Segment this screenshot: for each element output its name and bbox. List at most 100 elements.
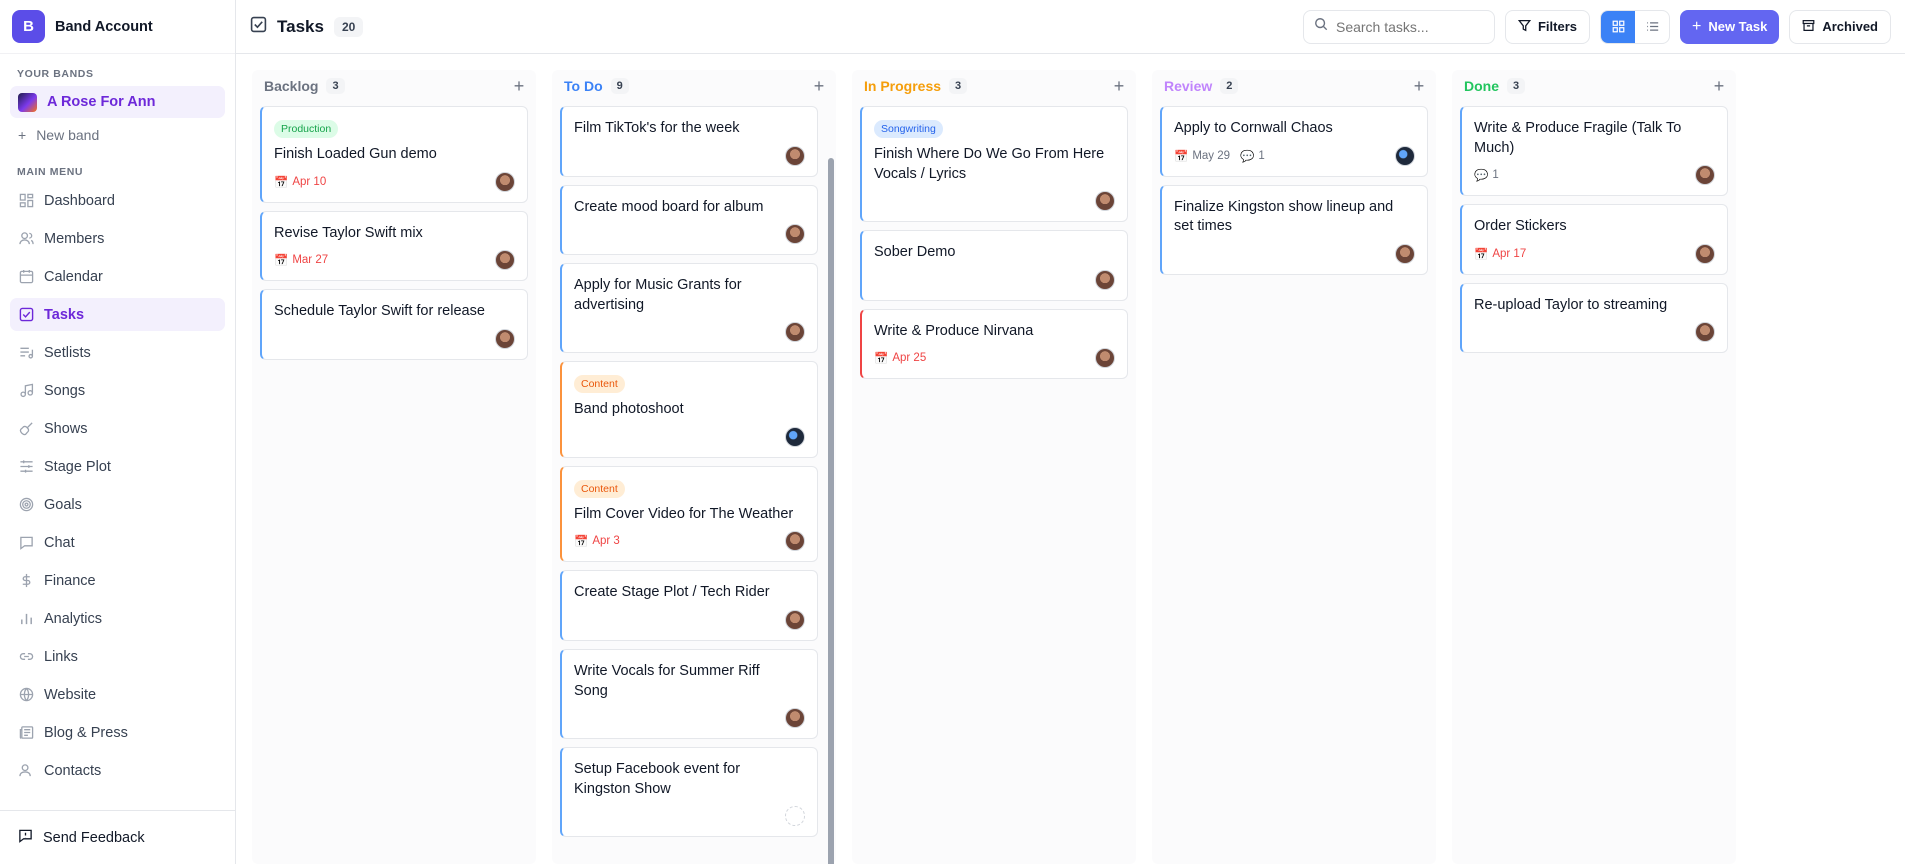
avatar[interactable] (785, 609, 805, 630)
avatar[interactable] (1095, 348, 1115, 369)
avatar[interactable] (785, 322, 805, 343)
task-card[interactable]: Revise Taylor Swift mix 📅 Mar 27 (260, 210, 528, 282)
task-card[interactable]: Create mood board for album (560, 184, 818, 256)
task-card[interactable]: Sober Demo (860, 230, 1128, 301)
list-view-button[interactable] (1635, 11, 1669, 43)
category-tag: Content (574, 375, 625, 394)
task-title: Order Stickers (1474, 218, 1567, 235)
sidebar-item-members[interactable]: Members (10, 222, 225, 255)
calendar-icon: 📅 (574, 536, 589, 549)
avatar[interactable] (495, 250, 515, 271)
search-input[interactable] (1335, 18, 1476, 35)
avatar[interactable] (1695, 165, 1715, 186)
sidebar-item-label: Shows (44, 420, 88, 437)
sidebar-item-label: Chat (44, 534, 75, 551)
unassigned-avatar[interactable] (785, 806, 805, 827)
music-note-icon (18, 383, 34, 399)
add-card-icon[interactable]: + (1410, 76, 1428, 97)
board-view-button[interactable] (1601, 10, 1635, 43)
sidebar-item-analytics[interactable]: Analytics (10, 602, 225, 635)
sidebar-item-stage-plot[interactable]: Stage Plot (10, 450, 225, 483)
task-card[interactable]: Schedule Taylor Swift for release (260, 289, 528, 360)
task-card[interactable]: Create Stage Plot / Tech Rider (560, 570, 818, 641)
main-menu-label: MAIN MENU (17, 166, 84, 178)
avatar[interactable] (1395, 243, 1415, 264)
task-card[interactable]: Write Vocals for Summer Riff Song (560, 648, 818, 740)
task-title: Create Stage Plot / Tech Rider (574, 584, 770, 601)
column-count: 3 (1507, 78, 1526, 94)
due-date: 📅 Apr 3 (574, 534, 620, 548)
newspaper-icon (18, 725, 34, 741)
task-card[interactable]: Production Finish Loaded Gun demo 📅 Apr 1… (260, 106, 528, 203)
avatar[interactable] (785, 426, 805, 447)
sidebar-item-calendar[interactable]: Calendar (10, 260, 225, 293)
task-title: Write & Produce Nirvana (874, 322, 1034, 339)
brand-logo: B (12, 10, 45, 43)
due-date: 📅 Apr 25 (874, 351, 926, 365)
avatar[interactable] (1395, 145, 1415, 166)
task-title: Finalize Kingston show lineup and set ti… (1174, 198, 1394, 235)
brand-header[interactable]: B Band Account (0, 0, 235, 54)
sidebar-item-blog-press[interactable]: Blog & Press (10, 716, 225, 749)
sidebar-item-tasks[interactable]: Tasks (10, 298, 225, 331)
task-card[interactable]: Setup Facebook event for Kingston Show (560, 747, 818, 838)
sidebar-item-goals[interactable]: Goals (10, 488, 225, 521)
sidebar-item-label: Members (44, 230, 105, 247)
archived-button[interactable]: Archived (1789, 9, 1891, 44)
add-card-icon[interactable]: + (1710, 76, 1728, 97)
task-title: Finish Loaded Gun demo (274, 146, 437, 162)
sidebar-item-label: Links (44, 648, 78, 665)
add-card-icon[interactable]: + (810, 76, 828, 97)
task-title: Revise Taylor Swift mix (274, 224, 423, 241)
sidebar-item-label: Finance (44, 572, 96, 589)
avatar[interactable] (785, 531, 805, 552)
comment-count-text: 1 (1492, 169, 1499, 182)
avatar[interactable] (1095, 269, 1115, 290)
sidebar-item-dashboard[interactable]: Dashboard (10, 184, 225, 217)
avatar[interactable] (495, 171, 515, 192)
comment-icon: 💬 (1474, 170, 1489, 183)
task-card[interactable]: Write & Produce Nirvana 📅 Apr 25 (860, 308, 1128, 380)
add-card-icon[interactable]: + (1110, 76, 1128, 97)
search-box[interactable] (1302, 9, 1495, 44)
sliders-icon (18, 459, 34, 475)
task-title: Band photoshoot (574, 401, 684, 418)
filters-label: Filters (1537, 19, 1577, 34)
sidebar-item-finance[interactable]: Finance (10, 564, 225, 597)
new-task-button[interactable]: + New Task (1680, 9, 1780, 44)
comment-count: 💬 1 (1474, 168, 1499, 182)
sidebar-item-chat[interactable]: Chat (10, 526, 225, 559)
avatar[interactable] (785, 145, 805, 166)
task-card[interactable]: Re-upload Taylor to streaming (1460, 282, 1728, 354)
add-card-icon[interactable]: + (510, 76, 528, 97)
new-band-button[interactable]: + New band (10, 118, 225, 152)
band-item-active[interactable]: A Rose For Ann (10, 86, 225, 118)
task-card[interactable]: Songwriting Finish Where Do We Go From H… (860, 106, 1128, 223)
task-card[interactable]: Film TikTok's for the week (560, 106, 818, 177)
sidebar-item-shows[interactable]: Shows (10, 412, 225, 445)
sidebar-item-setlists[interactable]: Setlists (10, 336, 225, 369)
column-scrollbar[interactable] (828, 158, 834, 864)
send-feedback-button[interactable]: Send Feedback (0, 810, 235, 864)
sidebar-item-links[interactable]: Links (10, 640, 225, 673)
task-card[interactable]: Content Band photoshoot (560, 361, 818, 458)
task-card[interactable]: Apply for Music Grants for advertising (560, 263, 818, 354)
due-date: 📅 Apr 17 (1474, 247, 1526, 261)
avatar[interactable] (1095, 191, 1115, 212)
sidebar-item-website[interactable]: Website (10, 678, 225, 711)
filters-button[interactable]: Filters (1504, 9, 1590, 44)
task-title: Sober Demo (874, 244, 956, 261)
avatar[interactable] (785, 224, 805, 245)
task-card[interactable]: Write & Produce Fragile (Talk To Much) 💬… (1460, 106, 1728, 197)
avatar[interactable] (495, 328, 515, 349)
band-name: A Rose For Ann (47, 94, 156, 110)
task-card[interactable]: Finalize Kingston show lineup and set ti… (1160, 184, 1428, 275)
task-card[interactable]: Apply to Cornwall Chaos 📅 May 29 💬 1 (1160, 106, 1428, 177)
task-card[interactable]: Order Stickers 📅 Apr 17 (1460, 204, 1728, 275)
avatar[interactable] (1695, 322, 1715, 343)
avatar[interactable] (1695, 243, 1715, 264)
avatar[interactable] (785, 708, 805, 729)
task-card[interactable]: Content Film Cover Video for The Weather… (560, 465, 818, 563)
sidebar-item-songs[interactable]: Songs (10, 374, 225, 407)
sidebar-item-contacts[interactable]: Contacts (10, 754, 225, 787)
